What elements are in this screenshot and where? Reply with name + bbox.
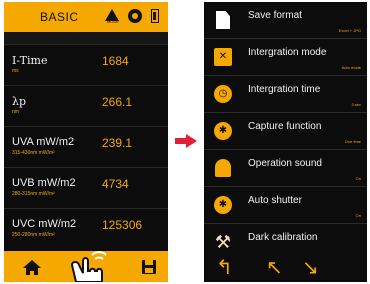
menu-item-label: Intergration mode xyxy=(248,47,327,58)
row-unit: 250-280nm mW/m² xyxy=(12,232,55,238)
menu-item-label: Capture function xyxy=(248,121,322,132)
basic-screen: BASIC MODE I-Time ms 1684 λp nm 266.1 UV… xyxy=(4,2,168,282)
row-unit: ms xyxy=(12,68,19,74)
menu-item-integration-mode[interactable]: ✕ Intergration mode Auto mode xyxy=(204,39,367,76)
measurement-row-uvb: UVB mW/m2 280-315nm mW/m² 4734 xyxy=(4,167,168,208)
measurement-row-uvc: UVC mW/m2 250-280nm mW/m² 125306 xyxy=(4,208,168,249)
row-value: 266.1 xyxy=(102,95,133,109)
menu-item-label: Intergration time xyxy=(248,84,321,95)
menu-item-value: 3 sec xyxy=(351,102,361,107)
menu-item-auto-shutter[interactable]: ✱ Auto shutter On xyxy=(204,187,367,224)
tools-icon: ⚒ xyxy=(214,232,232,252)
menu-item-value: Excel + JPG xyxy=(338,28,361,33)
file-icon xyxy=(216,11,230,29)
bell-icon xyxy=(215,159,231,177)
row-unit: 315-430nm mW/m² xyxy=(12,150,55,156)
floppy-disk-icon xyxy=(142,260,156,274)
arrow-up-left-icon: ↖ xyxy=(266,257,283,279)
battery-icon xyxy=(151,9,159,23)
timer-icon: ◷ xyxy=(214,85,232,103)
menu-item-value: On xyxy=(355,176,361,181)
row-value: 239.1 xyxy=(102,136,133,150)
screen-title: BASIC xyxy=(40,10,79,24)
mode-icon[interactable]: MODE xyxy=(105,9,119,24)
measurement-list: I-Time ms 1684 λp nm 266.1 UVA mW/m2 315… xyxy=(4,44,168,249)
shutter-icon: ✱ xyxy=(214,196,232,214)
row-name: UVB mW/m2 xyxy=(12,177,76,189)
arrow-right-icon xyxy=(175,134,197,148)
bottom-toolbar xyxy=(4,251,168,282)
settings-menu: Save format Excel + JPG ✕ Intergration m… xyxy=(204,2,367,261)
home-icon xyxy=(23,260,41,275)
measure-button[interactable] xyxy=(62,251,122,282)
row-value: 1684 xyxy=(102,54,129,68)
menu-item-value: One time xyxy=(344,139,361,144)
row-value: 4734 xyxy=(102,177,129,191)
menu-item-label: Auto shutter xyxy=(248,195,302,206)
capture-icon: ✱ xyxy=(214,122,232,140)
gear-icon[interactable] xyxy=(128,9,142,23)
measurement-row-peak-wavelength: λp nm 266.1 xyxy=(4,85,168,126)
pointing-hand-icon xyxy=(70,251,107,282)
row-name: λp xyxy=(12,95,27,108)
menu-item-value: Auto mode xyxy=(341,65,361,70)
row-name: UVC mW/m2 xyxy=(12,218,77,230)
menu-item-integration-time[interactable]: ◷ Intergration time 3 sec xyxy=(204,76,367,113)
home-button[interactable] xyxy=(12,251,52,282)
menu-item-label: Operation sound xyxy=(248,158,322,169)
mode-icon-label: MODE xyxy=(107,19,119,24)
menu-item-label: Dark calibration xyxy=(248,232,318,243)
settings-screen: Save format Excel + JPG ✕ Intergration m… xyxy=(204,2,367,282)
row-unit: 280-315nm mW/m² xyxy=(12,191,55,197)
top-bar: BASIC MODE xyxy=(4,2,168,32)
menu-item-save-format[interactable]: Save format Excel + JPG xyxy=(204,2,367,39)
back-button[interactable]: ↰ xyxy=(216,256,233,280)
row-name: UVA mW/m2 xyxy=(12,136,75,148)
scroll-down-button[interactable]: ↘ xyxy=(302,256,319,280)
scroll-up-button[interactable]: ↖ xyxy=(266,256,283,280)
back-arrow-icon: ↰ xyxy=(216,257,233,279)
menu-item-capture-function[interactable]: ✱ Capture function One time xyxy=(204,113,367,150)
header-spacer xyxy=(4,32,168,44)
arrow-down-right-icon: ↘ xyxy=(302,257,319,279)
menu-item-label: Save format xyxy=(248,10,302,21)
menu-item-operation-sound[interactable]: Operation sound On xyxy=(204,150,367,187)
menu-item-value: On xyxy=(355,213,361,218)
row-value: 125306 xyxy=(102,218,143,232)
row-unit: nm xyxy=(12,109,19,115)
integration-mode-icon: ✕ xyxy=(214,48,232,66)
measurement-row-uva: UVA mW/m2 315-430nm mW/m² 239.1 xyxy=(4,126,168,167)
measurement-row-itime: I-Time ms 1684 xyxy=(4,44,168,85)
row-name: I-Time xyxy=(12,54,48,67)
bottom-navigation: ↰ ↖ ↘ xyxy=(204,254,367,282)
save-button[interactable] xyxy=(129,251,168,282)
